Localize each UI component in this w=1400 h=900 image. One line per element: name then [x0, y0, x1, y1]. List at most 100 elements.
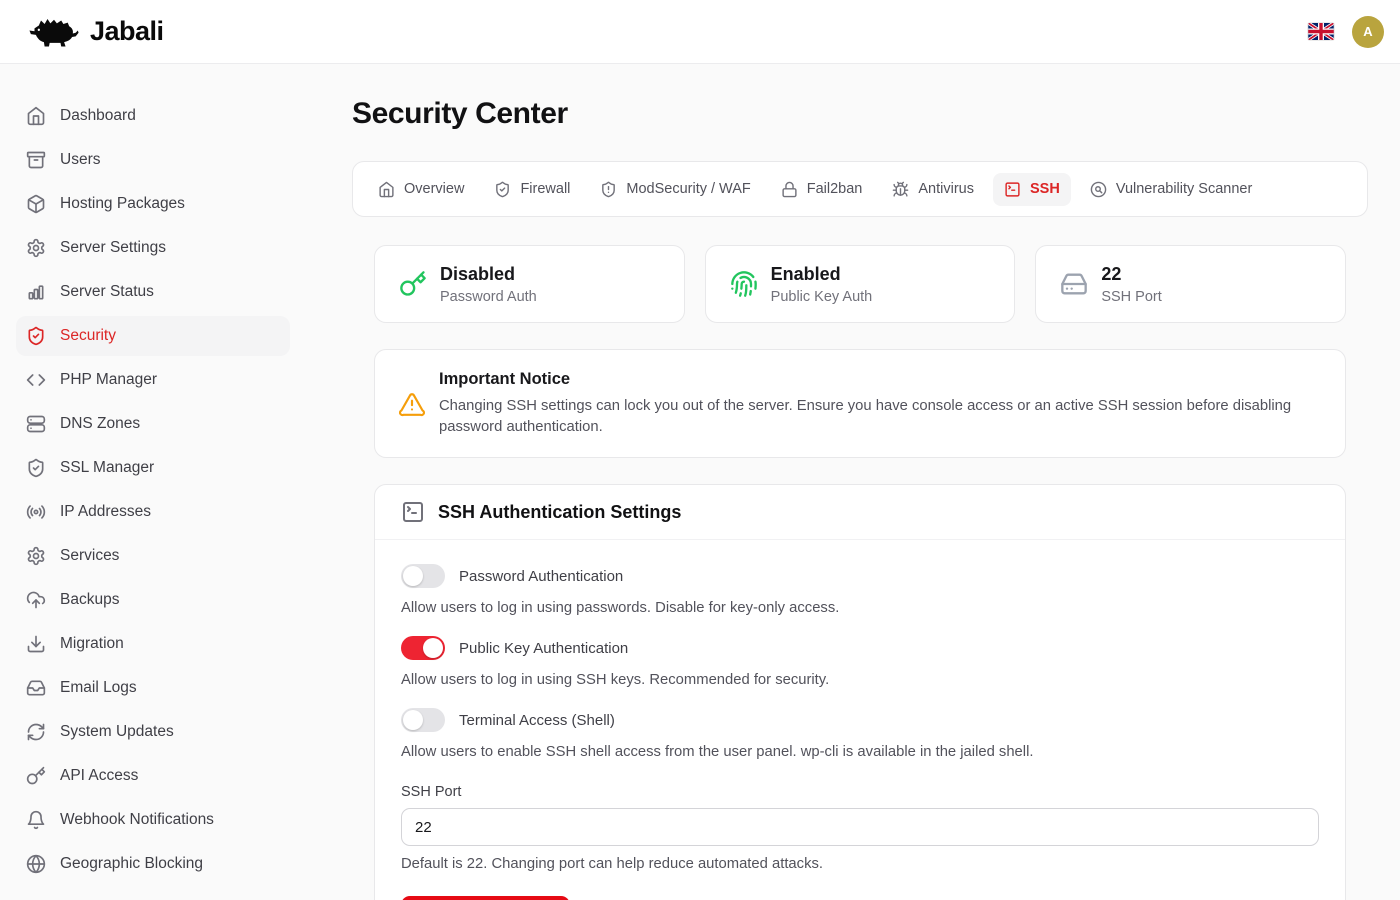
download-icon: [26, 634, 46, 654]
toggle-description: Allow users to log in using passwords. D…: [401, 598, 1319, 618]
ssh-port-label: SSH Port: [401, 784, 1319, 800]
bell-icon: [26, 810, 46, 830]
sidebar-item-ssl-manager[interactable]: SSL Manager: [16, 448, 290, 488]
sidebar-item-migration[interactable]: Migration: [16, 624, 290, 664]
sidebar-item-label: Services: [60, 547, 119, 565]
page-title: Security Center: [352, 97, 1368, 131]
sidebar-item-label: Dashboard: [60, 107, 136, 125]
bar-chart-icon: [26, 282, 46, 302]
sidebar-item-label: Email Logs: [60, 679, 137, 697]
terminal-access-toggle[interactable]: [401, 708, 445, 732]
tab-overview[interactable]: Overview: [367, 173, 475, 206]
terminal-icon: [401, 500, 425, 524]
notice-title: Important Notice: [439, 370, 1321, 389]
status-value: Enabled: [771, 264, 873, 285]
tab-label: Firewall: [520, 181, 570, 197]
sidebar-item-label: Migration: [60, 635, 124, 653]
section-title: SSH Authentication Settings: [438, 502, 681, 523]
sidebar-item-backups[interactable]: Backups: [16, 580, 290, 620]
sidebar-item-label: Server Settings: [60, 239, 166, 257]
important-notice: Important Notice Changing SSH settings c…: [374, 349, 1346, 458]
security-tabs: Overview Firewall ModSecurity / WAF Fail…: [352, 161, 1368, 217]
sidebar-item-services[interactable]: Services: [16, 536, 290, 576]
save-ssh-settings-button[interactable]: Save SSH Settings: [401, 896, 570, 900]
toggle-knob: [403, 566, 423, 586]
password-auth-status-card: Disabled Password Auth: [374, 245, 685, 323]
password-auth-toggle[interactable]: [401, 564, 445, 588]
public-key-auth-toggle[interactable]: [401, 636, 445, 660]
bug-icon: [892, 181, 909, 198]
sidebar-item-label: Geographic Blocking: [60, 855, 203, 873]
key-icon: [26, 766, 46, 786]
tab-vulnerability-scanner[interactable]: Vulnerability Scanner: [1079, 173, 1263, 206]
sidebar-item-label: Hosting Packages: [60, 195, 185, 213]
shield-check-icon: [26, 326, 46, 346]
archive-icon: [26, 150, 46, 170]
toggle-label: Password Authentication: [459, 568, 623, 585]
sidebar-item-label: PHP Manager: [60, 371, 157, 389]
user-avatar[interactable]: A: [1352, 16, 1384, 48]
toggle-description: Allow users to enable SSH shell access f…: [401, 742, 1319, 762]
cloud-upload-icon: [26, 590, 46, 610]
sidebar-item-label: DNS Zones: [60, 415, 140, 433]
brand-logo[interactable]: Jabali: [28, 14, 164, 50]
sidebar-item-label: SSL Manager: [60, 459, 154, 477]
hard-drive-icon: [1060, 270, 1088, 298]
scanner-icon: [1090, 181, 1107, 198]
status-label: Public Key Auth: [771, 289, 873, 305]
home-icon: [378, 181, 395, 198]
package-icon: [26, 194, 46, 214]
ssh-port-status-card: 22 SSH Port: [1035, 245, 1346, 323]
globe-icon: [26, 854, 46, 874]
sidebar: Dashboard Users Hosting Packages Server …: [0, 64, 306, 900]
public-key-auth-setting: Public Key Authentication Allow users to…: [401, 636, 1319, 690]
toggle-description: Allow users to log in using SSH keys. Re…: [401, 670, 1319, 690]
password-auth-setting: Password Authentication Allow users to l…: [401, 564, 1319, 618]
tab-antivirus[interactable]: Antivirus: [881, 173, 985, 206]
sidebar-item-geographic-blocking[interactable]: Geographic Blocking: [16, 844, 290, 884]
main-content: Security Center Overview Firewall ModSec…: [306, 64, 1400, 900]
toggle-label: Terminal Access (Shell): [459, 712, 615, 729]
shield-alert-icon: [600, 181, 617, 198]
sidebar-item-label: Webhook Notifications: [60, 811, 214, 829]
sidebar-item-dns-zones[interactable]: DNS Zones: [16, 404, 290, 444]
lock-icon: [781, 181, 798, 198]
sidebar-item-security[interactable]: Security: [16, 316, 290, 356]
sidebar-item-system-updates[interactable]: System Updates: [16, 712, 290, 752]
gear-icon: [26, 238, 46, 258]
home-icon: [26, 106, 46, 126]
radio-waves-icon: [26, 502, 46, 522]
sidebar-item-dashboard[interactable]: Dashboard: [16, 96, 290, 136]
ssh-port-input[interactable]: [401, 808, 1319, 846]
sidebar-item-label: Server Status: [60, 283, 154, 301]
sidebar-item-label: System Updates: [60, 723, 174, 741]
sidebar-item-server-status[interactable]: Server Status: [16, 272, 290, 312]
sidebar-item-users[interactable]: Users: [16, 140, 290, 180]
sidebar-item-ip-addresses[interactable]: IP Addresses: [16, 492, 290, 532]
sidebar-item-webhook-notifications[interactable]: Webhook Notifications: [16, 800, 290, 840]
tab-modsecurity-waf[interactable]: ModSecurity / WAF: [589, 173, 761, 206]
app-header: Jabali A: [0, 0, 1400, 64]
ssh-settings-card: SSH Authentication Settings Password Aut…: [374, 484, 1346, 900]
status-label: Password Auth: [440, 289, 537, 305]
sidebar-item-php-manager[interactable]: PHP Manager: [16, 360, 290, 400]
status-label: SSH Port: [1101, 289, 1161, 305]
code-icon: [26, 370, 46, 390]
sidebar-item-api-access[interactable]: API Access: [16, 756, 290, 796]
tab-ssh[interactable]: SSH: [993, 173, 1071, 206]
toggle-knob: [403, 710, 423, 730]
tab-firewall[interactable]: Firewall: [483, 173, 581, 206]
sidebar-item-server-settings[interactable]: Server Settings: [16, 228, 290, 268]
tab-fail2ban[interactable]: Fail2ban: [770, 173, 874, 206]
sidebar-item-hosting-packages[interactable]: Hosting Packages: [16, 184, 290, 224]
tab-label: Overview: [404, 181, 464, 197]
key-icon: [399, 270, 427, 298]
shield-check-icon: [494, 181, 511, 198]
tab-label: Antivirus: [918, 181, 974, 197]
status-value: Disabled: [440, 264, 537, 285]
sidebar-item-email-logs[interactable]: Email Logs: [16, 668, 290, 708]
sidebar-item-label: Users: [60, 151, 100, 169]
language-flag-icon[interactable]: [1308, 23, 1334, 40]
ssh-port-help: Default is 22. Changing port can help re…: [401, 856, 1319, 872]
tab-label: Vulnerability Scanner: [1116, 181, 1252, 197]
